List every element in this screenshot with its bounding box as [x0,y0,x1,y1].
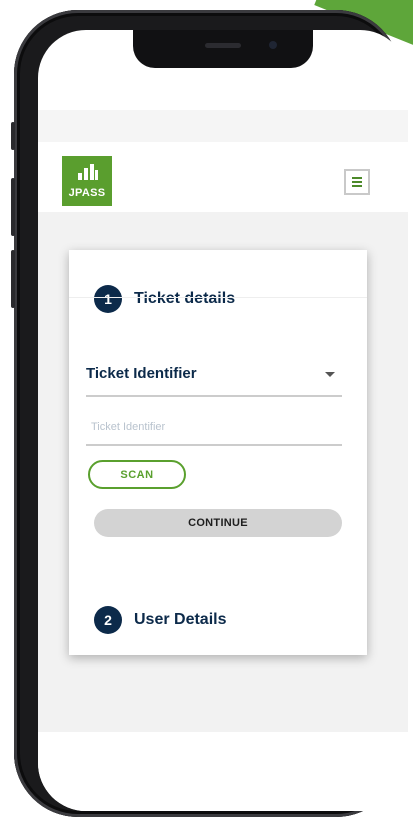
ticket-form-card: 1 Ticket details Ticket Identifier SCAN … [69,250,367,655]
jpass-logo[interactable]: JPASS [62,156,112,206]
front-camera [269,41,277,49]
phone-volume-up [11,178,15,236]
step-title: Ticket details [134,290,236,307]
step-user-details[interactable]: 2 User Details [94,606,227,634]
menu-button[interactable] [344,169,370,195]
step-divider [69,297,367,298]
scan-button[interactable]: SCAN [88,460,186,489]
phone-frame: JPASS 1 Ticket details Ticket Identifier… [11,10,408,817]
phone-screen: JPASS 1 Ticket details Ticket Identifier… [38,30,408,811]
status-area [38,110,408,142]
footer-area [38,732,408,811]
identifier-type-select[interactable]: Ticket Identifier [86,365,197,382]
select-underline [86,395,342,397]
step-ticket-details[interactable]: 1 Ticket details [94,285,235,313]
logo-text: JPASS [68,187,106,199]
speaker-grille [205,43,241,48]
logo-bars-icon [78,164,98,180]
app-header: JPASS [38,142,408,212]
step-number-badge: 1 [94,285,122,313]
hamburger-icon [352,177,362,179]
continue-button[interactable]: CONTINUE [94,509,342,537]
phone-notch [133,30,313,68]
ticket-identifier-input[interactable] [86,410,342,446]
phone-volume-down [11,250,15,308]
step-title: User Details [134,611,227,628]
step-number-badge: 2 [94,606,122,634]
caret-down-icon[interactable] [325,372,335,377]
phone-silent-switch [11,122,15,150]
